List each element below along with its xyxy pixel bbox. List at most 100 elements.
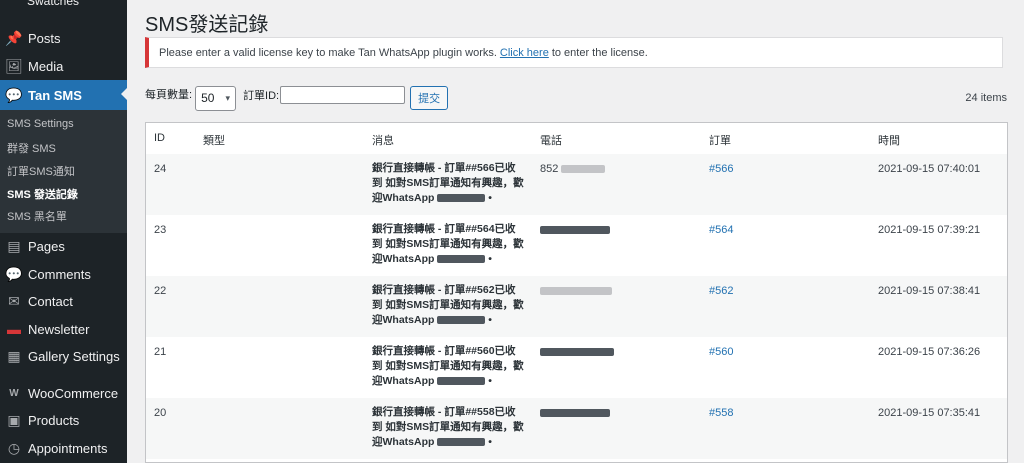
pages-icon: ▤ xyxy=(7,237,21,254)
table-row: 22 銀行直接轉帳 - 訂單##562已收 到 如對SMS訂單通知有興趣，歡 迎… xyxy=(146,276,1007,337)
column-header-message[interactable]: 消息 xyxy=(372,132,394,148)
submenu-sms-log[interactable]: SMS 發送記錄 xyxy=(7,186,78,202)
submit-button[interactable]: 提交 xyxy=(410,86,449,110)
clock-icon: ◷ xyxy=(7,439,21,456)
redacted-block xyxy=(437,438,486,447)
sidebar-item-label: Products xyxy=(28,412,80,428)
sidebar-item-media[interactable]: 🖼 Media xyxy=(0,52,127,80)
row-message: 銀行直接轉帳 - 訂單##558已收 到 如對SMS訂單通知有興趣，歡 迎Wha… xyxy=(372,405,532,450)
media-icon: 🖼 xyxy=(5,57,23,74)
row-message-text: 迎WhatsApp xyxy=(372,375,435,387)
redacted-block xyxy=(437,377,486,386)
notice-text: Please enter a valid license key to make… xyxy=(159,46,497,59)
row-time: 2021-09-15 07:35:41 xyxy=(878,407,981,419)
sidebar-item-woocommerce[interactable]: W WooCommerce xyxy=(0,379,127,407)
row-message-line: 迎WhatsApp • xyxy=(372,436,492,448)
row-message: 銀行直接轉帳 - 訂單##560已收 到 如對SMS訂單通知有興趣，歡 迎Wha… xyxy=(372,344,532,389)
sidebar-item-label: Posts xyxy=(28,30,61,46)
sidebar-item-gallery-settings[interactable]: ▦ Gallery Settings xyxy=(0,342,127,370)
row-message-line: 迎WhatsApp • xyxy=(372,253,492,265)
sidebar-item-contact[interactable]: ✉ Contact xyxy=(0,287,127,315)
sidebar-item-comments[interactable]: 💬 Comments xyxy=(0,260,127,288)
row-message-line: 銀行直接轉帳 - 訂單##558已收 xyxy=(372,406,516,418)
license-notice: Please enter a valid license key to make… xyxy=(145,37,1003,68)
row-message-text: 迎WhatsApp xyxy=(372,253,435,265)
license-link[interactable]: Click here xyxy=(500,47,549,59)
row-message-line: 到 如對SMS訂單通知有興趣，歡 xyxy=(372,177,524,189)
column-header-type[interactable]: 類型 xyxy=(203,132,225,148)
sidebar-item-label: Comments xyxy=(28,266,91,282)
row-phone xyxy=(540,407,610,419)
sidebar-item-label: WooCommerce xyxy=(28,385,119,401)
redacted-block xyxy=(540,287,612,296)
order-link[interactable]: #560 xyxy=(709,346,733,358)
row-message-line: 到 如對SMS訂單通知有興趣，歡 xyxy=(372,360,524,372)
table-row: 23 銀行直接轉帳 - 訂單##564已收 到 如對SMS訂單通知有興趣，歡 迎… xyxy=(146,215,1007,276)
gallery-icon: ▦ xyxy=(7,347,21,364)
column-header-time[interactable]: 時間 xyxy=(878,132,900,148)
tan-sms-submenu: SMS Settings 群發 SMS 訂單SMS通知 SMS 發送記錄 SMS… xyxy=(0,110,127,233)
pin-icon: 📌 xyxy=(5,29,23,46)
row-message-line: 迎WhatsApp • xyxy=(372,192,492,204)
admin-sidebar: Swatches 📌 Posts 🖼 Media 💬 Tan SMS SMS S… xyxy=(0,0,127,463)
submenu-sms-settings[interactable]: SMS Settings xyxy=(7,118,74,130)
row-id: 21 xyxy=(154,346,167,358)
row-id: 20 xyxy=(154,407,167,419)
sms-icon: 💬 xyxy=(5,86,23,103)
order-link[interactable]: #562 xyxy=(709,285,733,297)
sidebar-item-label: Pages xyxy=(28,238,65,254)
row-message-line: 到 如對SMS訂單通知有興趣，歡 xyxy=(372,299,524,311)
redacted-block xyxy=(561,165,606,174)
order-link[interactable]: #558 xyxy=(709,407,733,419)
row-phone xyxy=(540,285,612,297)
sidebar-item-posts[interactable]: 📌 Posts xyxy=(0,24,127,52)
mail-icon: ✉ xyxy=(8,292,20,309)
column-header-phone[interactable]: 電話 xyxy=(540,132,562,148)
row-order: #566 xyxy=(709,163,733,175)
table-row: 20 銀行直接轉帳 - 訂單##558已收 到 如對SMS訂單通知有興趣，歡 迎… xyxy=(146,398,1007,459)
row-message: 銀行直接轉帳 - 訂單##566已收 到 如對SMS訂單通知有興趣，歡 迎Wha… xyxy=(372,161,532,206)
sidebar-item-newsletter[interactable]: ▬ Newsletter xyxy=(0,315,127,343)
row-message-line: 到 如對SMS訂單通知有興趣，歡 xyxy=(372,238,524,250)
row-id: 24 xyxy=(154,163,167,175)
page-title: SMS發送記錄 xyxy=(145,14,269,36)
row-message-line: 到 如對SMS訂單通知有興趣，歡 xyxy=(372,421,524,433)
row-message-text: 迎WhatsApp xyxy=(372,436,435,448)
order-id-input[interactable] xyxy=(280,86,406,104)
row-message-line: 銀行直接轉帳 - 訂單##566已收 xyxy=(372,162,516,174)
row-order: #560 xyxy=(709,346,733,358)
column-header-order[interactable]: 訂單 xyxy=(709,132,731,148)
sidebar-item-label: Media xyxy=(28,58,64,74)
row-message-line: 銀行直接轉帳 - 訂單##560已收 xyxy=(372,345,516,357)
per-page-value: 50 xyxy=(201,91,215,105)
row-message-line: 銀行直接轉帳 - 訂單##564已收 xyxy=(372,223,516,235)
submenu-sms-blacklist[interactable]: SMS 黑名單 xyxy=(7,208,67,224)
row-phone: 852 xyxy=(540,163,606,175)
order-link[interactable]: #566 xyxy=(709,163,733,175)
submenu-bulk-sms[interactable]: 群發 SMS xyxy=(7,140,56,156)
sidebar-item-pages[interactable]: ▤ Pages xyxy=(0,232,127,260)
row-message-line: 迎WhatsApp • xyxy=(372,314,492,326)
sms-log-table: ID 類型 消息 電話 訂單 時間 24 銀行直接轉帳 - 訂單##566已收 … xyxy=(145,122,1008,463)
row-order: #564 xyxy=(709,224,733,236)
table-header: ID 類型 消息 電話 訂單 時間 xyxy=(146,123,1007,155)
sidebar-item-label: Appointments xyxy=(28,440,108,456)
chevron-down-icon: ▾ xyxy=(225,92,231,103)
row-message: 銀行直接轉帳 - 訂單##564已收 到 如對SMS訂單通知有興趣，歡 迎Wha… xyxy=(372,222,532,267)
row-id: 22 xyxy=(154,285,167,297)
row-message-text: 迎WhatsApp xyxy=(372,314,435,326)
sidebar-item-tan-sms[interactable]: 💬 Tan SMS xyxy=(0,80,127,110)
row-order: #558 xyxy=(709,407,733,419)
sidebar-item-products[interactable]: ▣ Products xyxy=(0,406,127,434)
order-link[interactable]: #564 xyxy=(709,224,733,236)
redacted-block xyxy=(437,316,486,325)
sidebar-item-swatches[interactable]: Swatches xyxy=(27,0,79,8)
redacted-block xyxy=(540,348,614,357)
sidebar-item-appointments[interactable]: ◷ Appointments xyxy=(0,434,127,462)
column-header-id[interactable]: ID xyxy=(154,132,165,144)
submenu-order-sms[interactable]: 訂單SMS通知 xyxy=(7,163,75,179)
sidebar-item-label: Tan SMS xyxy=(28,87,82,103)
per-page-select[interactable]: 50 ▾ xyxy=(195,85,237,111)
per-page-label: 每頁數量: xyxy=(145,89,193,101)
sidebar-item-label: Gallery Settings xyxy=(28,348,120,364)
